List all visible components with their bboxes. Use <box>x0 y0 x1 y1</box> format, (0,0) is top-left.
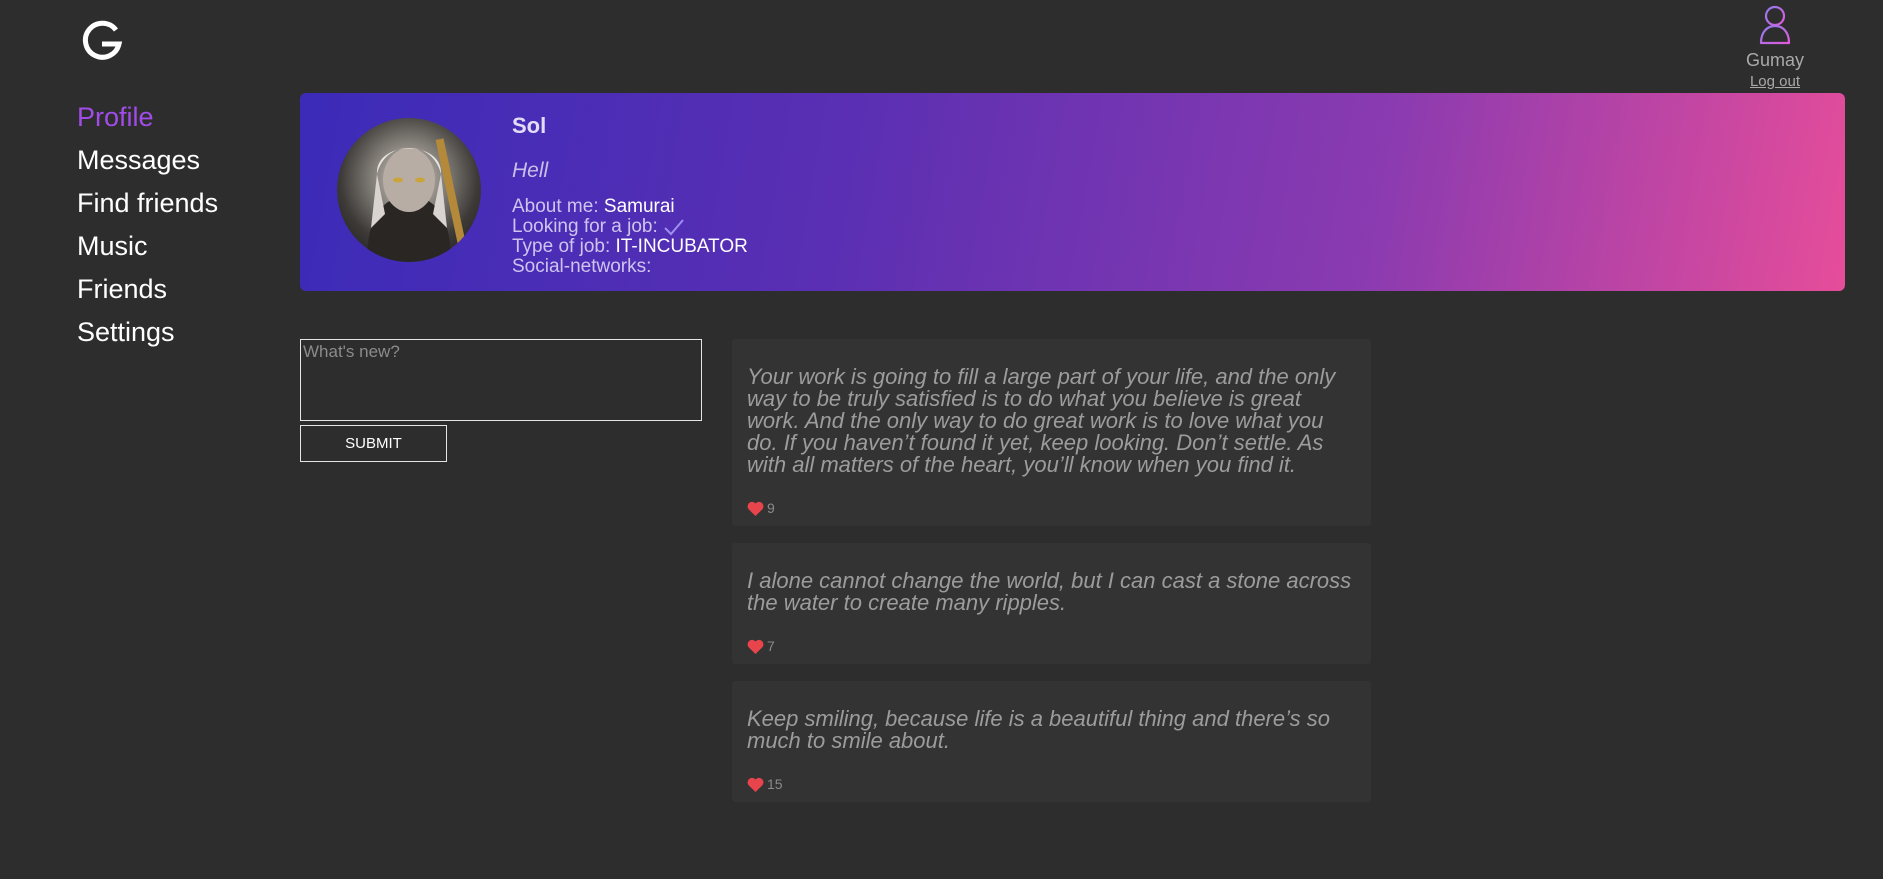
post-text: I alone cannot change the world, but I c… <box>747 568 1352 615</box>
user-icon[interactable] <box>1758 4 1792 46</box>
new-post-form: SUBMIT <box>300 339 702 462</box>
job-type-value: IT-INCUBATOR <box>615 236 748 257</box>
like-row: 9 <box>747 500 1356 516</box>
heart-icon[interactable] <box>747 777 764 792</box>
post-item: Keep smiling, because life is a beautifu… <box>732 681 1371 802</box>
sidebar-item-messages[interactable]: Messages <box>77 139 218 182</box>
logout-link[interactable]: Log out <box>1740 73 1810 90</box>
post-item: Your work is going to fill a large part … <box>732 339 1371 526</box>
like-count: 9 <box>767 500 775 516</box>
user-name: Gumay <box>1745 50 1805 70</box>
avatar-portrait <box>367 138 467 262</box>
sidebar-item-friends[interactable]: Friends <box>77 268 218 311</box>
profile-name: Sol <box>512 113 547 138</box>
post-item: I alone cannot change the world, but I c… <box>732 543 1371 664</box>
like-count: 15 <box>767 776 783 792</box>
submit-button[interactable]: SUBMIT <box>300 425 447 462</box>
logo-icon[interactable] <box>80 20 124 64</box>
job-type-label: Type of job: <box>512 236 616 257</box>
new-post-input[interactable] <box>300 339 702 421</box>
profile-info: Sol Hell About me: Samurai Looking for a… <box>512 107 748 277</box>
profile-status[interactable]: Hell <box>512 159 748 183</box>
posts-list: Your work is going to fill a large part … <box>732 339 1371 819</box>
job-type-row: Type of job: IT-INCUBATOR <box>512 237 748 257</box>
looking-for-job-label: Looking for a job: <box>512 216 664 237</box>
sidebar-nav: Profile Messages Find friends Music Frie… <box>77 96 218 354</box>
like-row: 7 <box>747 638 1356 654</box>
sidebar-item-find-friends[interactable]: Find friends <box>77 182 218 225</box>
looking-for-job-row: Looking for a job: <box>512 217 748 237</box>
post-text: Keep smiling, because life is a beautifu… <box>747 706 1330 753</box>
avatar <box>337 118 481 262</box>
about-me-value: Samurai <box>603 196 675 217</box>
sidebar-item-music[interactable]: Music <box>77 225 218 268</box>
like-count: 7 <box>767 638 775 654</box>
heart-icon[interactable] <box>747 501 764 516</box>
post-text: Your work is going to fill a large part … <box>747 364 1336 477</box>
about-me-label: About me: <box>512 196 604 217</box>
about-me-row: About me: Samurai <box>512 197 748 217</box>
heart-icon[interactable] <box>747 639 764 654</box>
sidebar-item-settings[interactable]: Settings <box>77 311 218 354</box>
social-networks-label: Social-networks: <box>512 256 652 277</box>
profile-card: Sol Hell About me: Samurai Looking for a… <box>300 93 1845 291</box>
like-row: 15 <box>747 776 1356 792</box>
sidebar-item-profile[interactable]: Profile <box>77 96 218 139</box>
checkmark-icon <box>664 219 684 236</box>
user-block: Gumay Log out <box>1740 4 1810 90</box>
